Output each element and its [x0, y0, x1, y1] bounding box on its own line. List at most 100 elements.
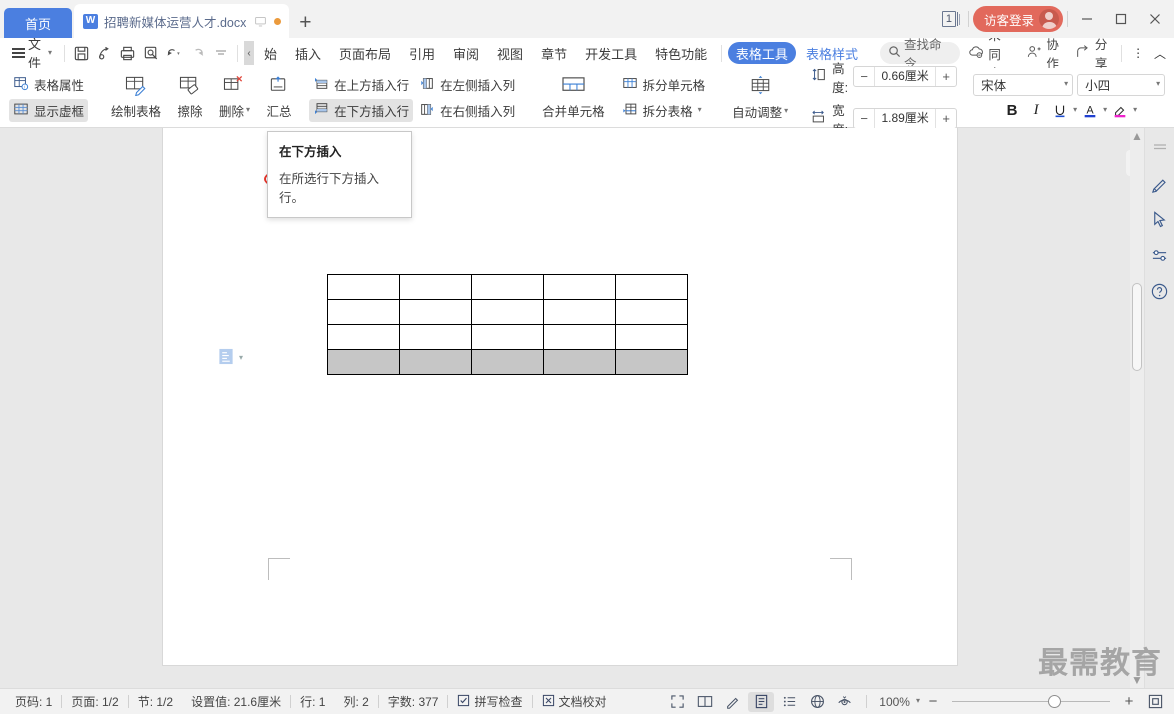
- zoom-in-button[interactable]: +: [1118, 693, 1140, 710]
- status-row[interactable]: 行: 1: [291, 693, 334, 710]
- scroll-down-arrow[interactable]: ▼: [1130, 672, 1144, 688]
- table-cell[interactable]: [615, 349, 688, 375]
- insert-row-above-button[interactable]: 在上方插入行: [309, 73, 413, 96]
- status-proofread[interactable]: 文档校对: [533, 693, 616, 710]
- fullscreen-icon[interactable]: [664, 692, 690, 712]
- fit-page-icon[interactable]: [1142, 692, 1168, 712]
- status-section[interactable]: 节: 1/2: [129, 693, 182, 710]
- table-cell[interactable]: [471, 349, 544, 375]
- zoom-level-label[interactable]: 100%: [875, 695, 914, 709]
- chevron-down-icon[interactable]: ▾: [916, 696, 920, 705]
- collaborate-button[interactable]: 协作: [1020, 38, 1067, 71]
- ribbon-tab-insert[interactable]: 插入: [287, 41, 329, 65]
- font-family-select[interactable]: 宋体 ▾: [973, 73, 1074, 96]
- paste-options-button[interactable]: ▾: [218, 348, 243, 368]
- ribbon-scroll-left-button[interactable]: ‹: [244, 41, 254, 65]
- table-cell[interactable]: [399, 349, 472, 375]
- table-cell[interactable]: [615, 274, 688, 300]
- table-cell[interactable]: [543, 299, 616, 325]
- print-icon[interactable]: [117, 41, 138, 65]
- web-view-icon[interactable]: [804, 692, 830, 712]
- row-height-value[interactable]: 0.66厘米: [874, 67, 937, 86]
- ribbon-tab-view[interactable]: 视图: [489, 41, 531, 65]
- status-page-number[interactable]: 页码: 1: [6, 693, 61, 710]
- redo-icon[interactable]: [187, 41, 208, 65]
- row-height-decrease-button[interactable]: −: [854, 67, 874, 86]
- customize-icon[interactable]: [210, 41, 231, 65]
- highlight-button[interactable]: [1109, 100, 1131, 122]
- eye-view-icon[interactable]: [832, 692, 858, 712]
- chevron-down-icon[interactable]: ▾: [1103, 105, 1107, 114]
- cursor-select-icon[interactable]: [1148, 208, 1172, 230]
- merge-cells-button[interactable]: 合并单元格: [535, 73, 612, 122]
- ribbon-tab-page-layout[interactable]: 页面布局: [331, 41, 399, 65]
- table-row[interactable]: [327, 274, 688, 300]
- help-icon[interactable]: [1148, 280, 1172, 302]
- present-icon[interactable]: [252, 13, 268, 29]
- autofit-button[interactable]: 自动调整 ▾: [725, 73, 795, 123]
- file-menu-button[interactable]: 文件 ▾: [6, 37, 58, 71]
- grip-icon[interactable]: [1148, 136, 1172, 158]
- minimize-button[interactable]: [1072, 4, 1102, 34]
- save-icon[interactable]: [71, 41, 92, 65]
- row-height-spinner[interactable]: − 0.66厘米 +: [853, 66, 958, 87]
- column-width-decrease-button[interactable]: −: [854, 109, 874, 128]
- search-doc-icon[interactable]: [140, 41, 161, 65]
- table-cell[interactable]: [615, 299, 688, 325]
- zoom-slider-knob[interactable]: [1048, 695, 1061, 708]
- split-table-button[interactable]: 拆分表格 ▾: [618, 99, 710, 122]
- table-properties-button[interactable]: i 表格属性: [9, 73, 88, 96]
- table-row[interactable]: [327, 299, 688, 325]
- status-page-of[interactable]: 页面: 1/2: [62, 693, 127, 710]
- status-column[interactable]: 列: 2: [334, 693, 377, 710]
- print-preview-icon[interactable]: [94, 41, 115, 65]
- table-cell[interactable]: [471, 274, 544, 300]
- table-row[interactable]: [327, 324, 688, 350]
- insert-row-below-button[interactable]: 在下方插入行: [309, 99, 414, 122]
- new-tab-button[interactable]: +: [289, 8, 321, 38]
- column-width-spinner[interactable]: − 1.89厘米 +: [853, 108, 958, 129]
- table-cell[interactable]: [615, 324, 688, 350]
- maximize-button[interactable]: [1106, 4, 1136, 34]
- insert-col-right-button[interactable]: 在右侧插入列: [415, 99, 519, 122]
- italic-button[interactable]: I: [1025, 100, 1047, 122]
- ribbon-tab-review[interactable]: 审阅: [445, 41, 487, 65]
- book-view-icon[interactable]: [692, 692, 718, 712]
- table-cell[interactable]: [399, 274, 472, 300]
- ribbon-tab-table-tools[interactable]: 表格工具: [727, 42, 796, 64]
- ribbon-tab-section[interactable]: 章节: [533, 41, 575, 65]
- row-height-increase-button[interactable]: +: [936, 67, 956, 86]
- eraser-button[interactable]: 擦除: [170, 73, 210, 122]
- home-tab[interactable]: 首页: [4, 8, 72, 38]
- ribbon-tab-developer[interactable]: 开发工具: [577, 41, 645, 65]
- split-cells-button[interactable]: 拆分单元格: [618, 73, 710, 96]
- show-gridlines-button[interactable]: 显示虚框: [9, 99, 89, 122]
- chevron-down-icon[interactable]: ▾: [239, 353, 243, 362]
- chevron-down-icon[interactable]: ▾: [1073, 105, 1077, 114]
- column-width-value[interactable]: 1.89厘米: [874, 109, 937, 128]
- undo-icon[interactable]: ▾: [164, 41, 185, 65]
- document-table[interactable]: [327, 274, 688, 375]
- table-cell[interactable]: [543, 274, 616, 300]
- settings-sliders-icon[interactable]: [1148, 244, 1172, 266]
- more-options-icon[interactable]: ⋮: [1128, 41, 1148, 65]
- column-width-increase-button[interactable]: +: [936, 109, 956, 128]
- summarize-button[interactable]: 汇总: [259, 73, 299, 122]
- document-tab[interactable]: W 招聘新媒体运营人才.docx: [74, 4, 290, 38]
- table-cell[interactable]: [327, 324, 400, 350]
- zoom-slider[interactable]: [952, 695, 1110, 709]
- login-button[interactable]: 访客登录: [972, 6, 1063, 32]
- table-cell[interactable]: [543, 349, 616, 375]
- draw-table-button[interactable]: 绘制表格: [104, 73, 168, 122]
- close-button[interactable]: [1140, 4, 1170, 34]
- table-cell[interactable]: [543, 324, 616, 350]
- font-size-select[interactable]: 小四 ▾: [1077, 73, 1166, 96]
- bold-button[interactable]: B: [1001, 100, 1023, 122]
- pen-icon[interactable]: [1148, 172, 1172, 194]
- table-cell[interactable]: [327, 299, 400, 325]
- ribbon-tab-start[interactable]: 始: [256, 41, 285, 65]
- share-button[interactable]: 分享: [1069, 38, 1116, 71]
- sync-status-button[interactable]: 未同步: [962, 29, 1018, 81]
- status-word-count[interactable]: 字数: 377: [379, 693, 448, 710]
- page-view-icon[interactable]: [748, 691, 775, 712]
